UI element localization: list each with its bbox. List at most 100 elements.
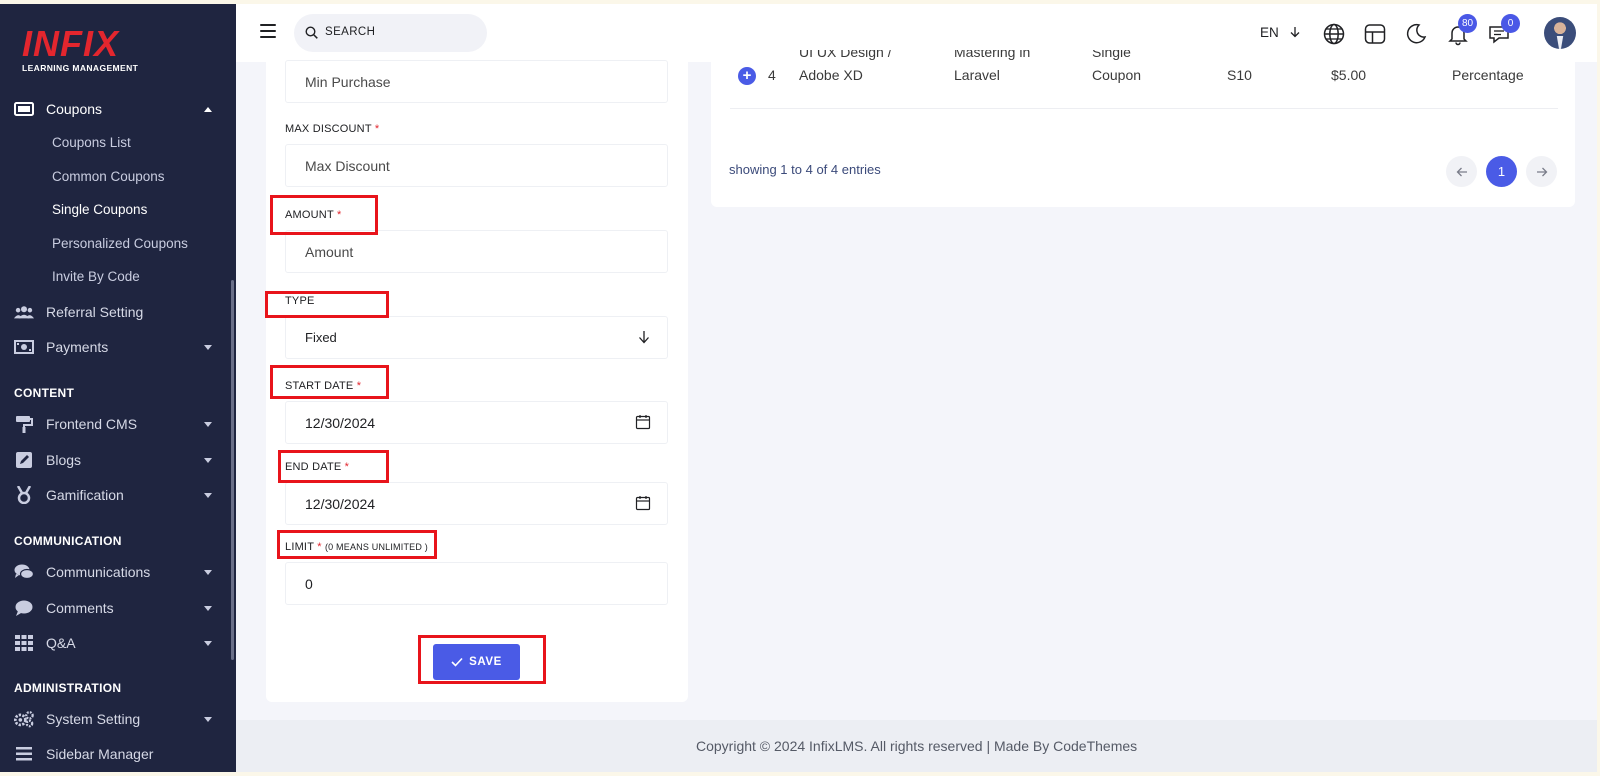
sidebar-item-label: Communications [46,564,151,580]
start-date-field[interactable]: 12/30/2024 [285,401,668,444]
type-line-1: Single [1092,50,1131,60]
table-entries-info: showing 1 to 4 of 4 entries [729,162,881,177]
calendar-icon[interactable] [635,414,651,430]
sidebar-item-qa[interactable]: Q&A [0,628,232,658]
highlight-box-save [418,635,546,684]
layout-icon[interactable] [1363,22,1387,46]
section-heading-content: CONTENT [14,386,75,400]
chat-bubbles-icon [14,563,34,581]
search-placeholder: SEARCH [325,26,376,38]
max-discount-field[interactable]: Max Discount [285,144,668,187]
dark-mode-moon-icon[interactable] [1404,22,1428,46]
sidebar-item-label: Frontend CMS [46,416,138,432]
notifications-badge: 80 [1458,14,1477,33]
limit-value: 0 [305,575,313,592]
bars-icon [14,745,34,763]
sidebar-item-label: Sidebar Manager [46,746,154,762]
arrow-down-icon [639,331,649,344]
highlight-box-type [265,291,389,318]
menu-toggle-icon[interactable] [260,24,276,38]
end-date-field[interactable]: 12/30/2024 [285,482,668,525]
sidebar-item-sidebar-manager[interactable]: Sidebar Manager [0,739,232,769]
sidebar-scrollbar[interactable] [231,280,234,660]
min-purchase-placeholder: Min Purchase [305,73,391,90]
top-header: SEARCH EN 80 0 [236,4,1597,62]
amount-placeholder: Amount [305,243,354,260]
sidebar-item-label: Payments [46,339,109,355]
sidebar-subitem-single-coupons[interactable]: Single Coupons [52,202,147,217]
table-cell-amount: $5.00 [1331,67,1367,83]
required-marker: * [374,123,380,135]
highlight-box-limit [277,530,437,559]
medal-icon [14,486,34,504]
chevron-down-icon [204,457,212,463]
sidebar-item-system-setting[interactable]: System Setting [0,704,232,734]
grid-icon [14,634,34,652]
table-cell-course: UI UX Design / Adobe XD [799,50,892,88]
max-discount-label: MAX DISCOUNT * [285,123,379,135]
search-icon [305,26,318,39]
type-selected-value: Fixed [305,330,337,345]
sidebar: INFIX LEARNING MANAGEMENT Coupons Coupon… [0,4,236,772]
table-cell-discount-type: Percentage [1452,67,1524,83]
messages-badge: 0 [1501,14,1520,33]
table-row-divider [730,108,1558,109]
chevron-down-icon [204,421,212,427]
language-selector[interactable]: EN [1260,25,1301,40]
sidebar-item-gamification[interactable]: Gamification [0,480,232,510]
sidebar-item-blogs[interactable]: Blogs [0,445,232,475]
type-line-2: Coupon [1092,67,1142,83]
sidebar-item-label: System Setting [46,711,141,727]
sidebar-item-comments[interactable]: Comments [0,593,232,623]
sidebar-item-payments[interactable]: Payments [0,332,232,362]
sidebar-item-frontend-cms[interactable]: Frontend CMS [0,409,232,439]
chevron-down-icon [204,716,212,722]
sidebar-item-label: Referral Setting [46,304,144,320]
comment-icon [14,599,34,617]
globe-icon[interactable] [1322,22,1346,46]
highlight-box-start-date [270,365,389,399]
title-line-1: Mastering in [954,50,1031,60]
sidebar-subitem-invite-by-code[interactable]: Invite By Code [52,269,140,284]
footer: Copyright © 2024 InfixLMS. All rights re… [236,720,1597,772]
money-icon [14,338,34,356]
section-heading-administration: ADMINISTRATION [14,681,122,695]
sidebar-item-communications[interactable]: Communications [0,557,232,587]
highlight-box-amount [270,195,378,235]
pagination-prev-button[interactable] [1446,156,1477,187]
end-date-value: 12/30/2024 [305,495,376,512]
sidebar-item-referral-setting[interactable]: Referral Setting [0,297,232,327]
pagination-page-1[interactable]: 1 [1486,156,1517,187]
sidebar-item-coupons[interactable]: Coupons [0,94,232,124]
chevron-down-icon [204,605,212,611]
table-cell-index: 4 [768,67,776,83]
logo[interactable]: INFIX LEARNING MANAGEMENT [22,23,138,74]
pagination-next-button[interactable] [1526,156,1557,187]
ticket-icon [14,100,34,118]
avatar[interactable] [1544,17,1576,49]
section-heading-communication: COMMUNICATION [14,534,122,548]
paint-roller-icon [14,415,34,433]
amount-field[interactable]: Amount [285,230,668,273]
arrow-right-icon [1536,167,1547,176]
sidebar-subitem-personalized-coupons[interactable]: Personalized Coupons [52,236,188,251]
sidebar-subitem-common-coupons[interactable]: Common Coupons [52,169,165,184]
min-purchase-field[interactable]: Min Purchase [285,60,668,103]
edit-icon [14,451,34,469]
expand-row-plus-icon[interactable]: + [738,67,756,85]
chevron-down-icon [204,344,212,350]
arrow-left-icon [1456,167,1467,176]
limit-field[interactable]: 0 [285,562,668,605]
sidebar-subitem-coupons-list[interactable]: Coupons List [52,135,131,150]
sidebar-item-label: Coupons [46,101,103,117]
arrow-down-icon [1290,27,1299,38]
type-select[interactable]: Fixed [285,316,668,359]
max-discount-placeholder: Max Discount [305,157,390,174]
calendar-icon[interactable] [635,495,651,511]
sidebar-item-label: Q&A [46,635,76,651]
users-icon [14,303,34,321]
sidebar-item-label: Blogs [46,452,82,468]
chevron-down-icon [204,569,212,575]
search-input[interactable]: SEARCH [294,14,487,52]
logo-text: INFIX [22,23,120,64]
